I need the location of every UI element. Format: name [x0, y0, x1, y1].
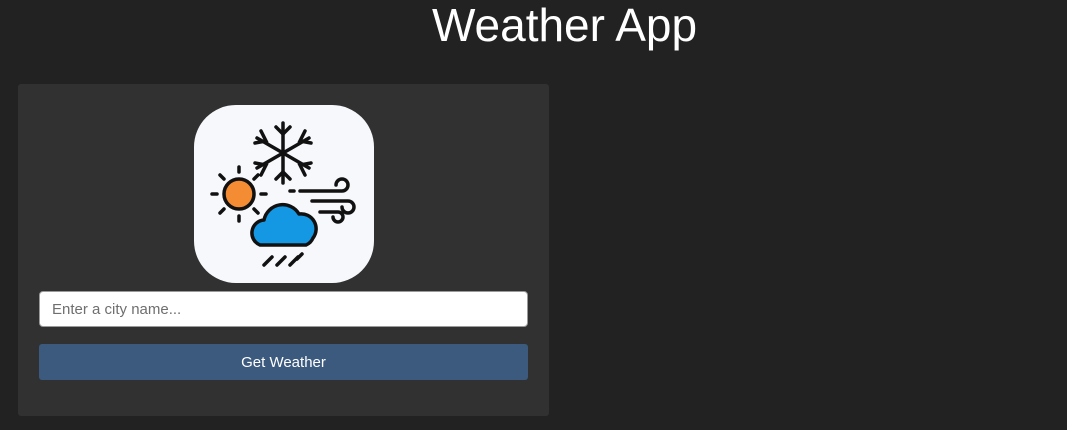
city-search-input[interactable]: [39, 291, 528, 327]
cloud-icon: [250, 202, 318, 247]
page: Weather App Enter a city name... Get Wea…: [0, 0, 1067, 430]
snowflake-icon: [253, 121, 313, 185]
sun-icon: [210, 165, 268, 223]
weather-card: Get Weather: [18, 84, 549, 416]
weather-app-logo-icon: [210, 121, 356, 267]
weather-app-logo: [194, 105, 374, 283]
rain-icon: [262, 252, 304, 267]
page-title: Weather App: [431, 0, 698, 51]
get-weather-button[interactable]: Get Weather: [39, 344, 528, 380]
